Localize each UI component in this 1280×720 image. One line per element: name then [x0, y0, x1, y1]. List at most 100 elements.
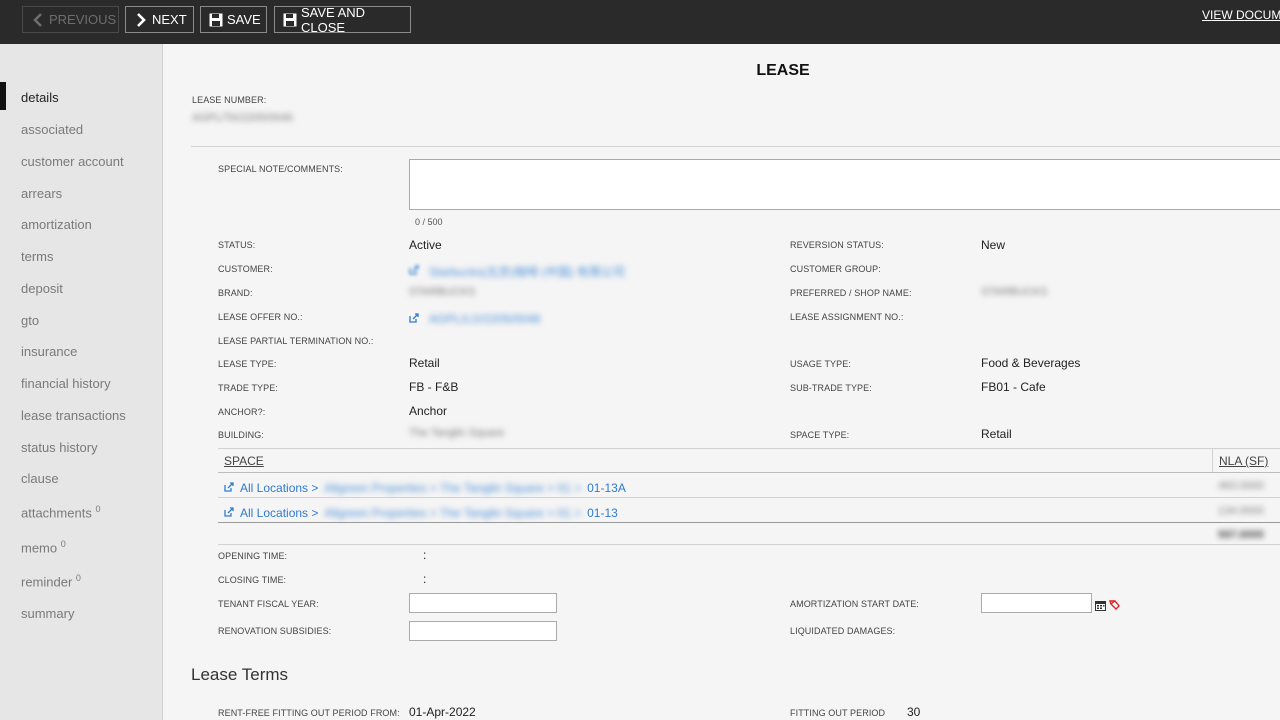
sidebar-item-label: financial history — [21, 376, 111, 391]
closing-time-value: : — [423, 572, 427, 586]
view-documents-link[interactable]: VIEW DOCUMEN — [1202, 8, 1280, 22]
previous-button[interactable]: PREVIOUS — [22, 6, 119, 33]
lease-offer-link[interactable]: AGPL/LO/2205/0048 — [409, 310, 540, 328]
active-indicator — [0, 82, 6, 110]
table-row[interactable]: All Locations > Allgreen Properties > Th… — [224, 479, 626, 497]
sidebar-item-deposit[interactable]: deposit — [21, 281, 63, 296]
floppy-disk-icon — [209, 13, 223, 27]
space-type-label: SPACE TYPE: — [790, 430, 850, 440]
tenant-fiscal-year-label: TENANT FISCAL YEAR: — [218, 599, 319, 609]
sidebar-item-status-history[interactable]: status history — [21, 440, 98, 455]
sidebar-item-label: details — [21, 90, 59, 105]
sidebar-item-memo[interactable]: memo 0 — [21, 539, 66, 555]
sidebar-item-label: arrears — [21, 186, 63, 201]
lease-form: LEASE LEASE NUMBER: AGPL/TA/2205/0046 SP… — [163, 44, 1280, 720]
anchor-value: Anchor — [409, 404, 448, 418]
space-prefix: All Locations > — [240, 481, 319, 495]
renovation-subsidies-input[interactable] — [409, 621, 557, 641]
sidebar-item-label: attachments — [21, 505, 92, 521]
amortization-start-date-label: AMORTIZATION START DATE: — [790, 599, 919, 609]
sidebar-item-reminder[interactable]: reminder 0 — [21, 573, 81, 589]
sidebar-item-attachments[interactable]: attachments 0 — [21, 504, 100, 520]
brand-value: STARBUCKS — [409, 286, 476, 298]
space-nla: 463.0000 — [1218, 480, 1264, 492]
space-unit: 01-13A — [587, 481, 626, 495]
sidebar-item-insurance[interactable]: insurance — [21, 344, 77, 359]
preferred-shop-value: STARBUCKS — [981, 286, 1048, 298]
building-value: The Tanglin Square — [409, 427, 505, 439]
sidebar-item-label: memo — [21, 540, 58, 556]
status-label: STATUS: — [218, 240, 256, 250]
save-button[interactable]: SAVE — [200, 6, 267, 33]
clear-eraser-icon[interactable] — [1108, 597, 1120, 615]
lease-type-value: Retail — [409, 356, 440, 370]
calendar-icon[interactable] — [1095, 598, 1106, 616]
fitting-out-period-label: FITTING OUT PERIOD — [790, 708, 886, 718]
top-toolbar: PREVIOUS NEXT SAVE SAVE AND CLOSE VIEW D… — [0, 0, 1280, 44]
lease-partial-termination-label: LEASE PARTIAL TERMINATION NO.: — [218, 336, 374, 346]
sidebar-item-label: status history — [21, 440, 98, 455]
sidebar-item-label: customer account — [21, 154, 124, 169]
sidebar-item-customer-account[interactable]: customer account — [21, 154, 124, 169]
previous-label: PREVIOUS — [49, 12, 117, 27]
sidebar-item-label: clause — [21, 471, 59, 486]
sidebar: details associated customer account arre… — [0, 44, 163, 720]
trade-type-label: TRADE TYPE: — [218, 383, 278, 393]
sidebar-item-associated[interactable]: associated — [21, 122, 83, 137]
tenant-fiscal-year-input[interactable] — [409, 593, 557, 613]
rent-free-period-value: 01-Apr-2022 — [409, 705, 476, 719]
amortization-start-date-input[interactable] — [981, 593, 1092, 613]
page-title: LEASE — [756, 62, 810, 79]
attachments-count: 0 — [95, 504, 101, 514]
memo-count: 0 — [60, 539, 66, 549]
sidebar-item-label: amortization — [21, 217, 92, 232]
lease-assignment-label: LEASE ASSIGNMENT NO.: — [790, 312, 904, 322]
customer-label: CUSTOMER: — [218, 264, 273, 274]
next-button[interactable]: NEXT — [125, 6, 194, 33]
sidebar-item-terms[interactable]: terms — [21, 249, 54, 264]
sidebar-item-gto[interactable]: gto — [21, 313, 39, 328]
sidebar-item-label: gto — [21, 313, 40, 328]
table-row[interactable]: All Locations > Allgreen Properties > Th… — [224, 504, 618, 522]
divider — [191, 146, 1280, 147]
space-path: Allgreen Properties > The Tanglin Square… — [324, 481, 582, 495]
sidebar-item-details[interactable]: details — [21, 90, 59, 105]
row-divider — [218, 497, 1280, 498]
customer-link[interactable]: Starbucks(北京)咖啡 (中国) 有限公司 — [409, 262, 625, 280]
nla-column-header[interactable]: NLA (SF) — [1219, 454, 1268, 468]
sidebar-item-amortization[interactable]: amortization — [21, 217, 92, 232]
building-label: BUILDING: — [218, 430, 264, 440]
external-link-icon — [409, 262, 419, 280]
sidebar-item-summary[interactable]: summary — [21, 606, 74, 621]
save-and-close-button[interactable]: SAVE AND CLOSE — [274, 4, 411, 35]
sidebar-item-arrears[interactable]: arrears — [21, 186, 62, 201]
column-divider — [1212, 448, 1213, 472]
sidebar-item-clause[interactable]: clause — [21, 471, 59, 486]
sidebar-item-label: lease transactions — [21, 408, 126, 423]
anchor-label: ANCHOR?: — [218, 407, 266, 417]
special-note-textarea[interactable] — [409, 159, 1280, 210]
closing-time-label: CLOSING TIME: — [218, 575, 287, 585]
rent-free-period-label: RENT-FREE FITTING OUT PERIOD FROM: — [218, 708, 400, 718]
usage-type-value: Food & Beverages — [981, 356, 1081, 370]
sidebar-item-label: terms — [21, 249, 54, 264]
lease-offer-label: LEASE OFFER NO.: — [218, 312, 303, 322]
space-unit: 01-13 — [587, 506, 618, 520]
space-column-header[interactable]: SPACE — [224, 454, 264, 468]
special-note-label: SPECIAL NOTE/COMMENTS: — [218, 164, 343, 174]
opening-time-value: : — [423, 548, 427, 562]
opening-time-label: OPENING TIME: — [218, 551, 288, 561]
brand-label: BRAND: — [218, 288, 253, 298]
sidebar-item-financial-history[interactable]: financial history — [21, 376, 111, 391]
save-and-close-label: SAVE AND CLOSE — [301, 4, 366, 35]
reminder-count: 0 — [75, 573, 81, 583]
usage-type-label: USAGE TYPE: — [790, 359, 851, 369]
renovation-subsidies-label: RENOVATION SUBSIDIES: — [218, 626, 332, 636]
space-type-value: Retail — [981, 427, 1012, 441]
fitting-out-period-value: 30 — [907, 705, 921, 719]
reversion-status-label: REVERSION STATUS: — [790, 240, 884, 250]
sidebar-item-lease-transactions[interactable]: lease transactions — [21, 408, 126, 423]
sidebar-item-label: deposit — [21, 281, 63, 296]
external-link-icon — [409, 310, 419, 328]
next-label: NEXT — [152, 12, 187, 27]
